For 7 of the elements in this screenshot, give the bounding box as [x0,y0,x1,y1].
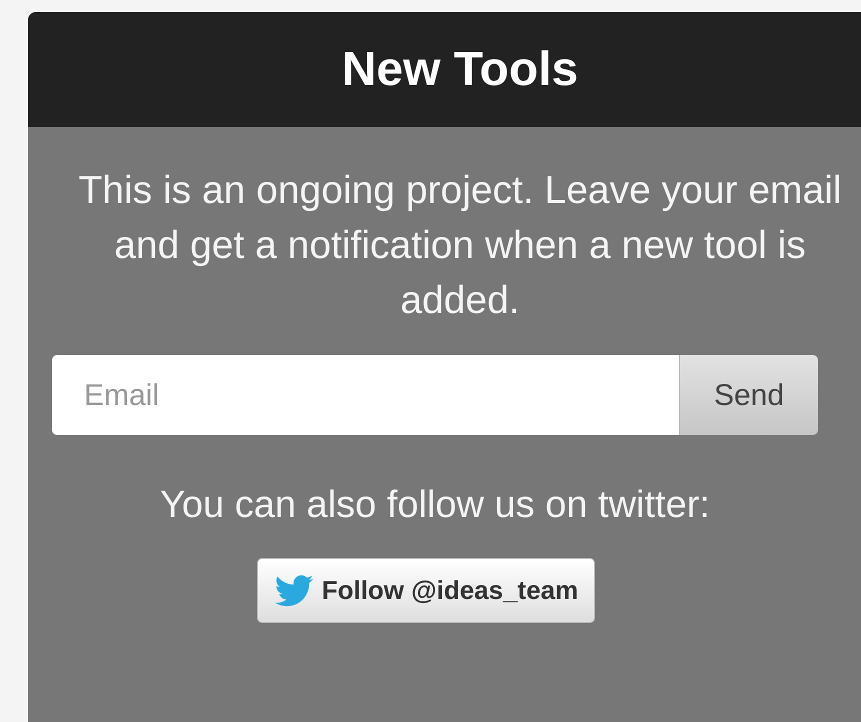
email-field[interactable]: Email [52,355,679,435]
follow-button[interactable]: Follow @ideas_team [256,558,596,623]
send-button[interactable]: Send [679,355,818,435]
intro-text: This is an ongoing project. Leave your email and get a notification when a new tool is added. [77,168,843,324]
twitter-note: You can also follow us on twitter: [160,483,710,528]
panel-title: New Tools [342,42,578,98]
bird-icon [274,574,314,606]
